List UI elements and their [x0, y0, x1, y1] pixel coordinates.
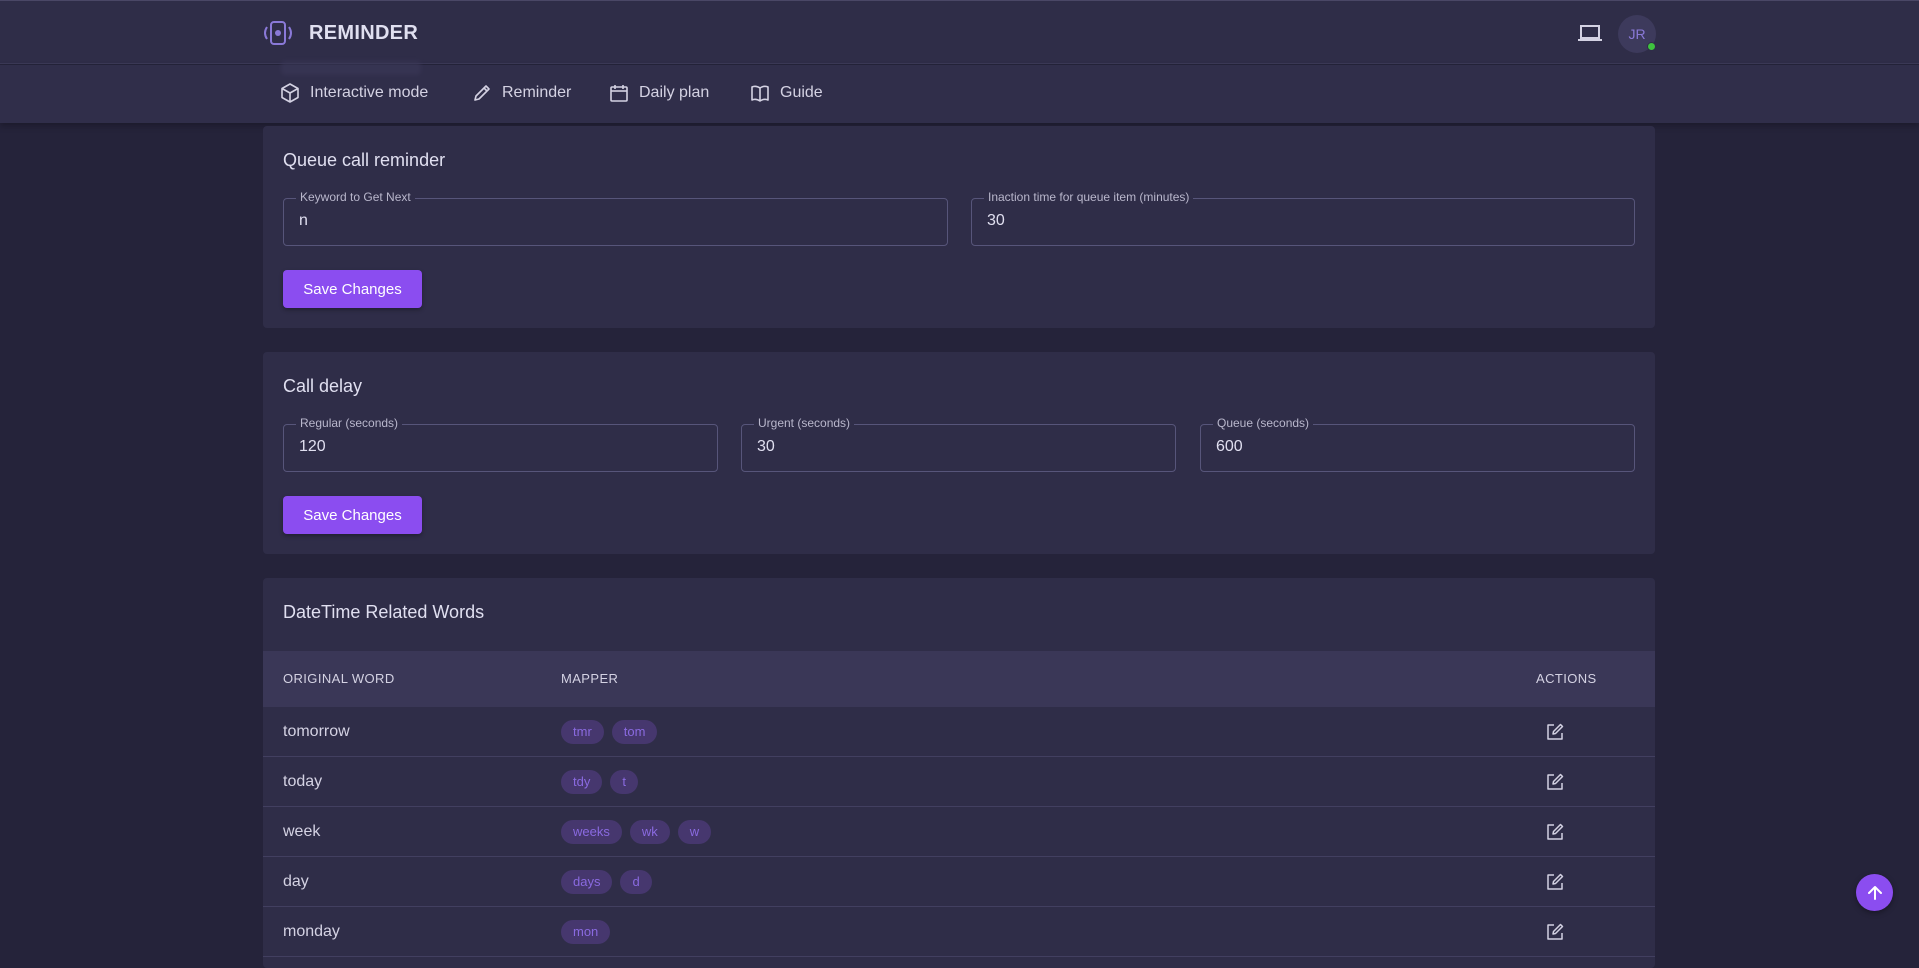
original-word: week — [283, 823, 321, 840]
table-row: monday mon — [263, 907, 1655, 957]
card-title: Queue call reminder — [283, 150, 446, 170]
mapper-chip: days — [561, 870, 613, 894]
original-word: monday — [283, 923, 340, 940]
mapper-chips: days d — [561, 870, 652, 894]
card-title: Call delay — [283, 376, 363, 396]
mapper-chips: weeks wk w — [561, 820, 712, 844]
datetime-words-card: DateTime Related Words ORIGINAL WORD MAP… — [263, 578, 1655, 968]
cube-icon — [281, 83, 299, 103]
nav-label: Interactive mode — [310, 84, 429, 101]
original-word: tomorrow — [283, 723, 350, 740]
mapper-chip: tmr — [561, 720, 604, 744]
field-label: Keyword to Get Next — [296, 190, 415, 204]
field-label: Regular (seconds) — [296, 416, 403, 430]
queue-reminder-card: Queue call reminder Keyword to Get Next … — [263, 126, 1655, 328]
queue-delay-field[interactable]: Queue (seconds) — [1200, 416, 1635, 472]
original-word: today — [283, 773, 323, 790]
online-status-dot — [1647, 42, 1656, 51]
mapper-chip: w — [677, 820, 712, 844]
column-header-actions: ACTIONS — [1536, 671, 1597, 686]
edit-icon[interactable] — [1545, 922, 1565, 942]
mapper-chip: mon — [561, 920, 611, 944]
original-word: day — [283, 873, 309, 890]
mapper-chip: d — [620, 870, 652, 894]
nav-label: Reminder — [502, 84, 572, 101]
card-title: DateTime Related Words — [283, 602, 485, 622]
nav-item-guide[interactable]: Guide — [750, 83, 823, 103]
keyword-input[interactable] — [299, 212, 932, 230]
nav-label: Daily plan — [639, 84, 710, 101]
field-label: Urgent (seconds) — [754, 416, 855, 430]
mapper-chips: tdy t — [561, 770, 638, 794]
field-label: Queue (seconds) — [1213, 416, 1314, 430]
nav-bar: Interactive mode Reminder Daily plan Gui… — [0, 61, 1919, 123]
calendar-icon — [610, 85, 628, 102]
ghost-element — [281, 61, 421, 75]
call-delay-card: Call delay Regular (seconds) Urgent (sec… — [263, 352, 1655, 554]
mapper-chip: tom — [611, 720, 658, 744]
mapper-chip: wk — [629, 820, 670, 844]
user-avatar[interactable]: JR — [1618, 15, 1656, 53]
queue-delay-input[interactable] — [1216, 438, 1619, 456]
column-header-mapper: MAPPER — [561, 671, 619, 686]
nav-item-reminder[interactable]: Reminder — [472, 83, 571, 103]
mapper-chips: mon — [561, 920, 611, 944]
inaction-time-field[interactable]: Inaction time for queue item (minutes) — [971, 190, 1635, 246]
top-app-bar: REMINDER JR — [0, 0, 1919, 64]
edit-icon[interactable] — [1545, 872, 1565, 892]
save-changes-button[interactable]: Save Changes — [283, 496, 422, 534]
scroll-to-top-button[interactable] — [1856, 874, 1893, 911]
table-row: tomorrow tmr tom — [263, 707, 1655, 757]
regular-delay-input[interactable] — [299, 438, 702, 456]
field-label: Inaction time for queue item (minutes) — [984, 190, 1194, 204]
edit-icon[interactable] — [1545, 822, 1565, 842]
nav-item-interactive-mode[interactable]: Interactive mode — [280, 83, 428, 103]
table-row: day days d — [263, 857, 1655, 907]
pencil-icon — [474, 85, 490, 101]
laptop-icon[interactable] — [1578, 23, 1602, 43]
mapper-chip: tdy — [561, 770, 603, 794]
regular-delay-field[interactable]: Regular (seconds) — [283, 416, 718, 472]
avatar-initials: JR — [1628, 26, 1646, 42]
mapper-chips: tmr tom — [561, 720, 658, 744]
save-changes-button[interactable]: Save Changes — [283, 270, 422, 308]
mapper-chip: t — [610, 770, 638, 794]
urgent-delay-field[interactable]: Urgent (seconds) — [741, 416, 1176, 472]
mapper-chip: weeks — [561, 820, 622, 844]
arrow-up-icon — [1867, 885, 1882, 900]
urgent-delay-input[interactable] — [757, 438, 1160, 456]
nav-item-daily-plan[interactable]: Daily plan — [609, 83, 709, 103]
book-icon — [751, 85, 769, 102]
edit-icon[interactable] — [1545, 722, 1565, 742]
table-row: today tdy t — [263, 757, 1655, 807]
table-header: ORIGINAL WORD MAPPER ACTIONS — [263, 651, 1655, 707]
edit-icon[interactable] — [1545, 772, 1565, 792]
inaction-time-input[interactable] — [987, 212, 1619, 230]
table-row: week weeks wk w — [263, 807, 1655, 857]
app-title: REMINDER — [309, 22, 419, 44]
keyword-field[interactable]: Keyword to Get Next — [283, 190, 948, 246]
nav-label: Guide — [780, 84, 823, 101]
app-logo-icon — [264, 21, 292, 45]
column-header-original-word: ORIGINAL WORD — [283, 671, 395, 686]
